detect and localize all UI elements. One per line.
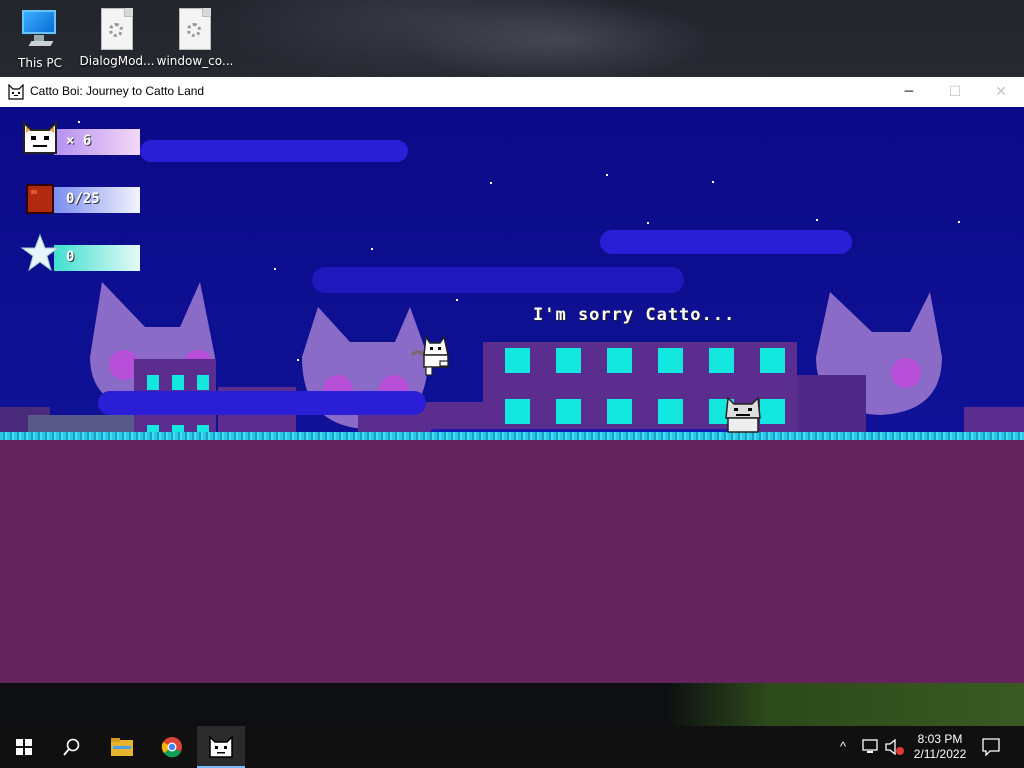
grass-strip (0, 432, 1024, 440)
search-icon (63, 738, 80, 756)
desktop-icon-dialogmod[interactable]: DialogMod... (77, 8, 157, 68)
chrome-icon (161, 737, 182, 758)
cat-lives-icon (23, 121, 57, 154)
game-window: Catto Boi: Journey to Catto Land ─ ☐ ✕ ×… (0, 77, 1024, 683)
maximize-button: ☐ (948, 84, 962, 100)
desktop-icon-label: This PC (18, 56, 62, 70)
system-clock[interactable]: 8:03 PM 2/11/2022 (905, 732, 975, 762)
file-explorer-icon (111, 738, 133, 756)
taskbar: ^ 8:03 PM 2/11/2022 (0, 726, 1024, 768)
cloud-platform (98, 391, 426, 415)
lives-count: × 6 (66, 133, 92, 149)
window-titlebar[interactable]: Catto Boi: Journey to Catto Land ─ ☐ ✕ (0, 77, 1024, 108)
desktop-icon-this-pc[interactable]: This PC (0, 8, 80, 70)
wallpaper-strip (0, 683, 1024, 726)
chrome-button[interactable] (148, 726, 196, 768)
clock-time: 8:03 PM (917, 732, 963, 746)
settings-file-icon (179, 8, 211, 50)
windows-start-icon (16, 739, 32, 755)
clock-date: 2/11/2022 (913, 747, 967, 761)
collectibles-count: 0/25 (66, 191, 100, 207)
minimize-button[interactable]: ─ (886, 77, 932, 107)
start-button[interactable] (0, 726, 48, 768)
close-button[interactable]: ✕ (978, 77, 1024, 107)
catto-taskbar-button[interactable] (197, 726, 245, 768)
collectible-block-icon (26, 184, 54, 214)
notifications-icon[interactable] (982, 738, 1000, 756)
catto-app-icon (8, 84, 24, 100)
desktop-icon-label: window_co... (156, 54, 234, 68)
settings-file-icon (101, 8, 133, 50)
file-explorer-button[interactable] (98, 726, 146, 768)
desktop-icon-window-config[interactable]: window_co... (155, 8, 235, 68)
volume-muted-icon[interactable] (885, 739, 905, 755)
dialog-text: I'm sorry Catto... (533, 305, 736, 325)
catto-app-icon (209, 736, 233, 758)
desktop-icon-label: DialogMod... (79, 54, 155, 68)
ground (0, 437, 1024, 683)
star-icon (20, 233, 60, 272)
tray-chevron-icon[interactable]: ^ (840, 726, 846, 768)
npc-cat-sprite (725, 396, 761, 433)
game-canvas[interactable]: × 6 0/25 0 I'm sorry Catto... (0, 107, 1024, 683)
window-title: Catto Boi: Journey to Catto Land (30, 84, 205, 98)
stars-count: 0 (66, 249, 75, 265)
player-cat-sprite (410, 334, 449, 376)
network-icon[interactable] (862, 739, 880, 755)
this-pc-icon (20, 8, 60, 52)
search-button[interactable] (48, 726, 96, 768)
